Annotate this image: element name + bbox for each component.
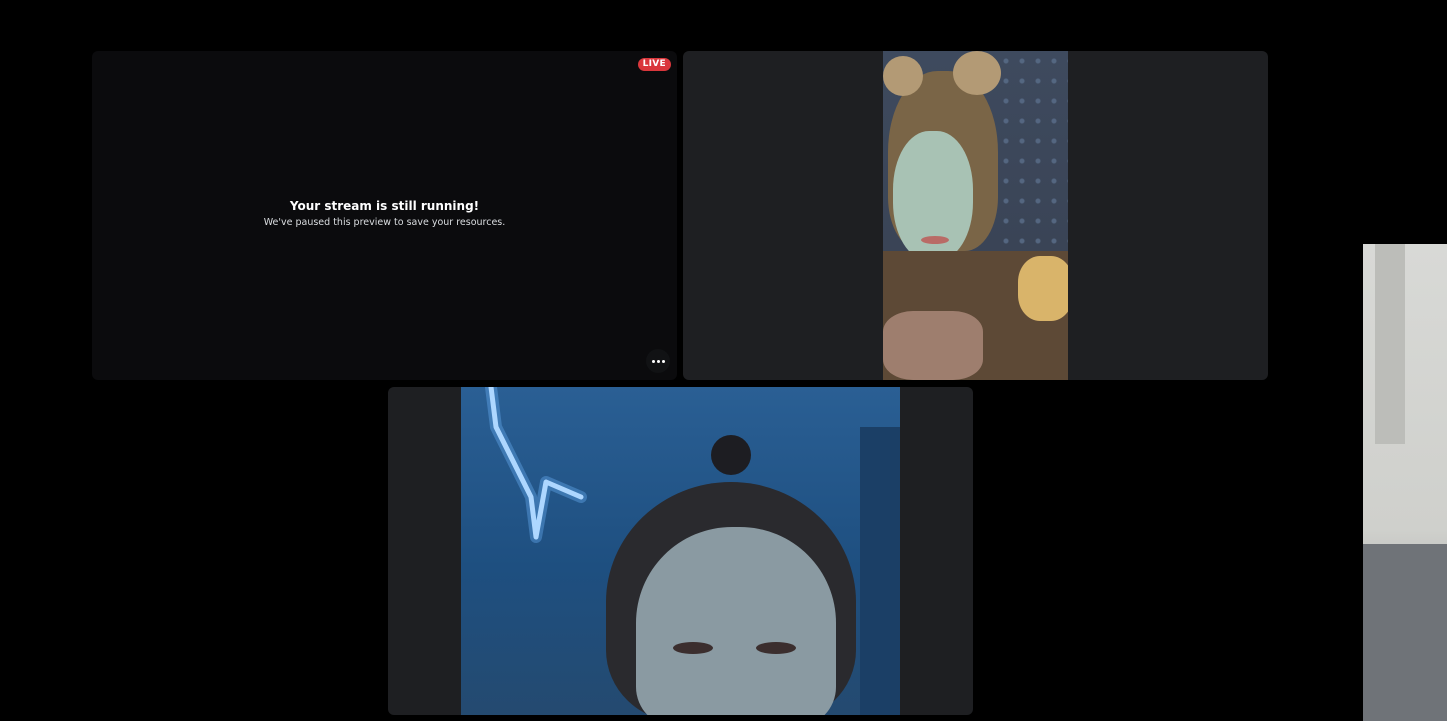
live-badge: LIVE	[637, 58, 671, 71]
paused-title: Your stream is still running!	[289, 199, 480, 213]
participant-video	[461, 387, 900, 715]
participant-tile[interactable]	[1363, 244, 1447, 721]
participant-video	[883, 51, 1068, 380]
participant-tile[interactable]	[388, 387, 973, 715]
paused-message: Your stream is still running! We've paus…	[92, 199, 677, 228]
paused-subtitle: We've paused this preview to save your r…	[263, 217, 506, 228]
stream-preview-tile[interactable]: LIVE Your stream is still running! We've…	[92, 51, 677, 380]
video-call-stage: LIVE Your stream is still running! We've…	[0, 0, 1447, 721]
more-options-button[interactable]	[646, 349, 670, 373]
neon-light	[485, 387, 587, 543]
participant-tile[interactable]	[683, 51, 1268, 380]
more-horizontal-icon	[651, 359, 665, 363]
